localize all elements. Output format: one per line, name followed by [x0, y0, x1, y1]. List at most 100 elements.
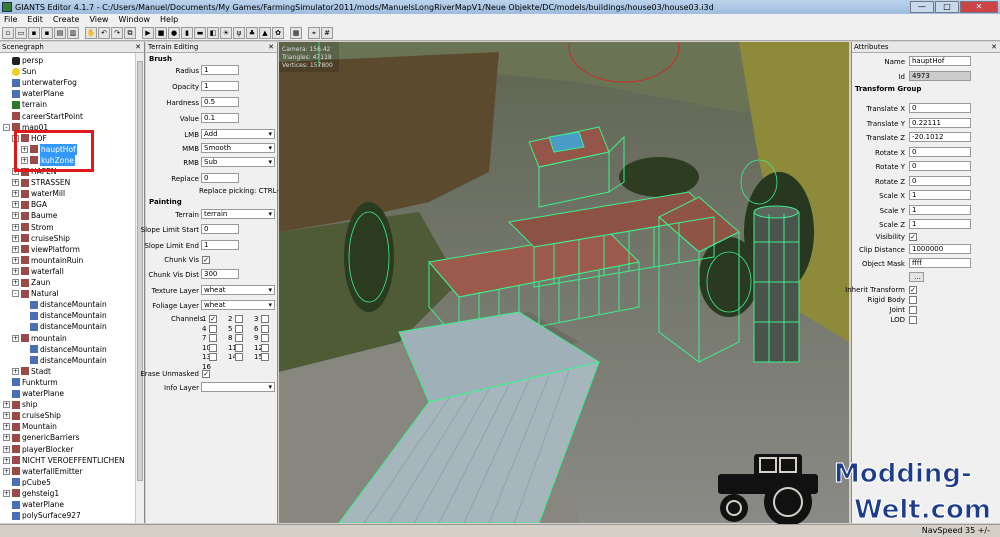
close-button[interactable]: ✕: [960, 1, 998, 13]
open-folder-icon[interactable]: ▭: [15, 27, 27, 39]
info-layer-select[interactable]: [201, 382, 275, 392]
tree-expander-icon[interactable]: +: [12, 201, 19, 209]
menu-view[interactable]: View: [89, 14, 108, 26]
terrain-tool-icon[interactable]: ▲: [259, 27, 271, 39]
tree-expander-icon[interactable]: +: [12, 223, 19, 231]
inherit-transform-checkbox[interactable]: ✓: [909, 286, 917, 294]
chunk-dist-input[interactable]: 300: [201, 269, 239, 279]
channel-checkbox[interactable]: [209, 353, 217, 361]
tree-expander-icon[interactable]: +: [3, 423, 10, 431]
object-mask-browse-button[interactable]: ...: [909, 272, 924, 282]
object-mask-input[interactable]: ffff: [909, 258, 971, 268]
radius-input[interactable]: 1: [201, 65, 239, 75]
joint-checkbox[interactable]: [909, 306, 917, 314]
tree-node[interactable]: + waterfall: [12, 266, 64, 277]
name-input[interactable]: hauptHof: [909, 56, 971, 66]
clip-distance-input[interactable]: 1000000: [909, 244, 971, 254]
mmb-select[interactable]: Smooth: [201, 143, 275, 153]
transform-row-input[interactable]: 1: [909, 204, 971, 215]
tree-tool-icon[interactable]: ♣: [246, 27, 258, 39]
tree-expander-icon[interactable]: +: [12, 179, 19, 187]
tree-expander-icon[interactable]: +: [12, 367, 19, 375]
transform-row-input[interactable]: 0.22111: [909, 117, 971, 128]
tree-expander-icon[interactable]: +: [12, 234, 19, 242]
tree-expander-icon[interactable]: +: [12, 279, 19, 286]
channel-checkbox[interactable]: [261, 315, 269, 323]
save-icon[interactable]: ▪: [28, 27, 40, 39]
tree-expander-icon[interactable]: +: [12, 334, 19, 342]
tree-node[interactable]: + cruiseShip: [3, 410, 61, 421]
scenegraph-scrollbar[interactable]: [135, 53, 144, 523]
grid-icon[interactable]: #: [321, 27, 333, 39]
tree-node[interactable]: + waterfallEmitter: [3, 466, 82, 477]
transform-row-input[interactable]: 0: [909, 161, 971, 171]
grass-tool-icon[interactable]: ψ: [233, 27, 245, 39]
tree-node[interactable]: + BGA: [12, 199, 47, 210]
erase-unmasked-checkbox[interactable]: ✓: [202, 370, 210, 378]
tree-node[interactable]: + NICHT VEROEFFENTLICHEN: [3, 455, 125, 466]
tree-node[interactable]: + viewPlatform: [12, 244, 80, 255]
tree-node[interactable]: distanceMountain: [21, 321, 107, 332]
tree-node[interactable]: + Baume: [12, 210, 57, 221]
save-as-icon[interactable]: ▪: [41, 27, 53, 39]
tree-node[interactable]: distanceMountain: [21, 299, 107, 310]
tree-node[interactable]: + gehsteig1: [3, 488, 59, 499]
tree-expander-icon[interactable]: +: [3, 445, 10, 453]
channel-checkbox[interactable]: [209, 343, 217, 352]
tree-node[interactable]: waterPlane: [3, 499, 64, 510]
value-input[interactable]: 0.1: [201, 113, 239, 123]
play-icon[interactable]: ▶: [142, 27, 154, 39]
tree-node[interactable]: Sun: [3, 66, 36, 77]
channel-checkbox[interactable]: [209, 334, 217, 342]
tree-node[interactable]: - Natural: [12, 288, 59, 299]
tree-node[interactable]: + playerBlocker: [3, 444, 73, 455]
tree-expander-icon[interactable]: -: [3, 123, 10, 131]
rigid-body-checkbox[interactable]: [909, 296, 917, 304]
tree-expander-icon[interactable]: +: [12, 267, 19, 275]
tree-expander-icon[interactable]: +: [3, 467, 10, 475]
channel-checkbox[interactable]: [235, 343, 243, 352]
foliage-tool-icon[interactable]: ✿: [272, 27, 284, 39]
tree-node[interactable]: distanceMountain: [21, 344, 107, 355]
channel-checkbox[interactable]: ✓: [209, 315, 217, 323]
transform-row-input[interactable]: 1: [909, 219, 971, 229]
menu-create[interactable]: Create: [53, 14, 80, 26]
tree-node[interactable]: careerStartPoint: [3, 111, 83, 122]
tree-node[interactable]: + Strom: [12, 222, 54, 233]
transform-row-input[interactable]: 0: [909, 146, 971, 157]
texture-layer-select[interactable]: wheat: [201, 285, 275, 295]
tree-node[interactable]: + genericBarriers: [3, 432, 80, 443]
channel-checkbox[interactable]: [261, 334, 269, 342]
tree-expander-icon[interactable]: +: [12, 256, 19, 264]
slope-start-input[interactable]: 0: [201, 224, 239, 234]
transform-row-input[interactable]: 0: [909, 175, 971, 186]
tree-expander-icon[interactable]: +: [3, 401, 10, 409]
new-file-icon[interactable]: ▫: [2, 27, 14, 39]
attributes-close-icon[interactable]: ✕: [991, 42, 997, 53]
cube-tool-icon[interactable]: ■: [155, 27, 167, 39]
channel-checkbox[interactable]: [261, 343, 269, 352]
light-tool-icon[interactable]: ☀: [220, 27, 232, 39]
sphere-tool-icon[interactable]: ●: [168, 27, 180, 39]
replace-input[interactable]: 0: [201, 173, 239, 183]
transform-row-input[interactable]: 1: [909, 190, 971, 200]
import-icon[interactable]: ▤: [54, 27, 66, 39]
transform-row-input[interactable]: 0: [909, 103, 971, 113]
terrain-select[interactable]: terrain: [201, 209, 275, 219]
minimize-button[interactable]: —: [910, 1, 934, 13]
tree-expander-icon[interactable]: +: [12, 245, 19, 253]
tree-node[interactable]: unterwaterFog: [3, 77, 77, 88]
channel-checkbox[interactable]: [261, 324, 269, 333]
tree-node[interactable]: + mountainRuin: [12, 255, 83, 266]
cylinder-tool-icon[interactable]: ▮: [181, 27, 193, 39]
rmb-select[interactable]: Sub: [201, 157, 275, 167]
snap-icon[interactable]: ⌖: [308, 27, 320, 39]
tree-node[interactable]: Funkturm: [3, 377, 58, 388]
tree-expander-icon[interactable]: +: [3, 412, 10, 420]
channel-checkbox[interactable]: [235, 315, 243, 323]
tree-node[interactable]: + waterMill: [12, 188, 65, 199]
menu-window[interactable]: Window: [118, 14, 150, 26]
scrollbar-thumb[interactable]: [137, 61, 143, 481]
tree-node[interactable]: waterPlane: [3, 388, 64, 399]
camera-tool-icon[interactable]: ◧: [207, 27, 219, 39]
